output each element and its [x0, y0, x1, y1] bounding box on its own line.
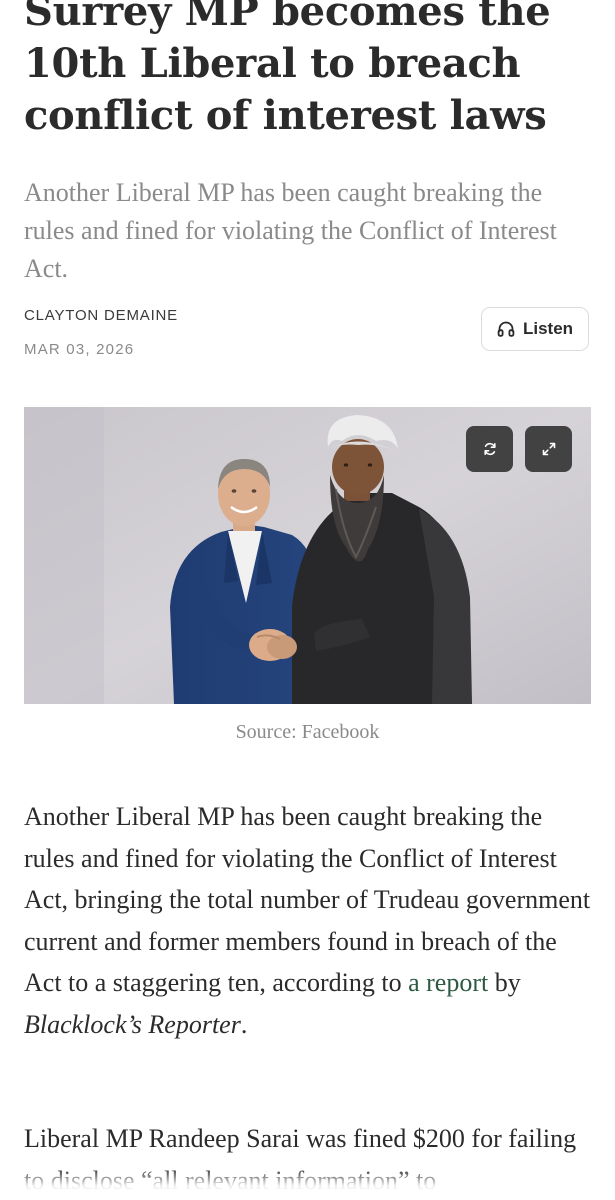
photo-caption: Source: Facebook	[235, 721, 380, 743]
expand-icon	[541, 441, 557, 457]
byline: CLAYTON DEMAINE MAR 03, 2026	[24, 306, 178, 360]
publication-name: Blacklock’s Reporter	[24, 1009, 241, 1039]
paragraph-1-text-continued: by	[488, 968, 521, 997]
refresh-icon	[482, 441, 498, 457]
listen-label: Listen	[522, 319, 574, 338]
article-photo[interactable]	[24, 407, 591, 704]
bottom-fade	[0, 1168, 615, 1200]
headphones-icon	[497, 320, 515, 338]
photo-expand-button[interactable]	[525, 426, 572, 472]
report-link[interactable]: a report	[408, 968, 488, 997]
article-page: Surrey MP becomes the 10th Liberal to br…	[0, 0, 615, 1200]
article-headline: Surrey MP becomes the 10th Liberal to br…	[24, 0, 551, 139]
author-name[interactable]: CLAYTON DEMAINE	[24, 306, 178, 326]
listen-button[interactable]: Listen	[481, 307, 589, 351]
photo-refresh-button[interactable]	[466, 426, 513, 472]
publish-date: MAR 03, 2026	[24, 341, 135, 358]
article-subtitle: Another Liberal MP has been caught break…	[24, 178, 557, 283]
body-paragraph-1: Another Liberal MP has been caught break…	[24, 796, 599, 1045]
paragraph-1-end: .	[240, 1009, 248, 1039]
